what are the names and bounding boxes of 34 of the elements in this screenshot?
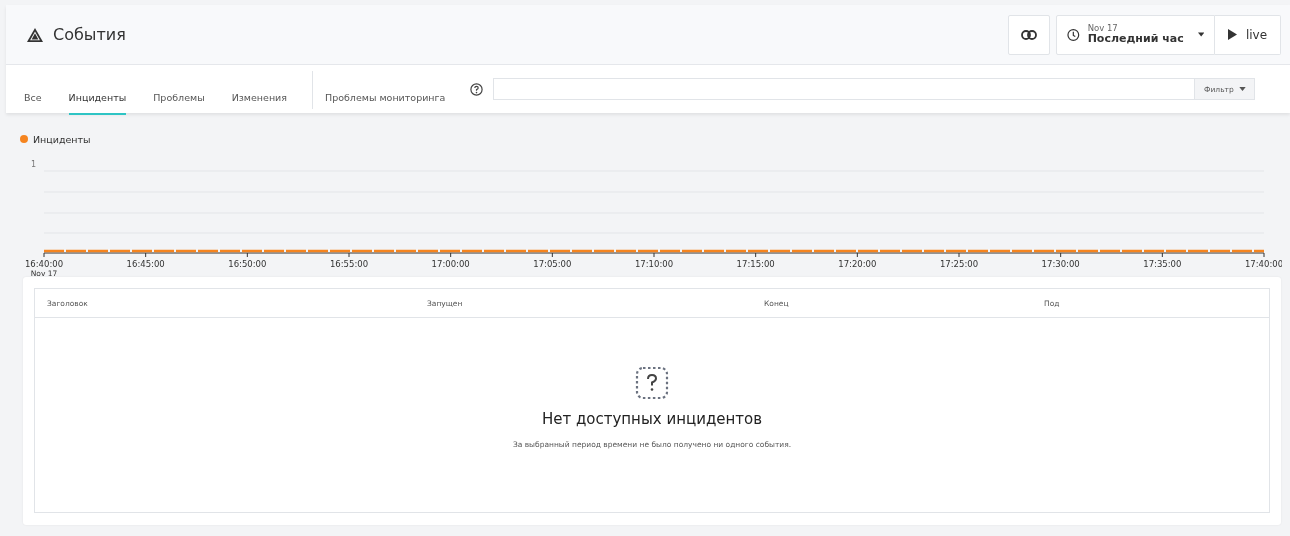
empty-title: Нет доступных инцидентов [541,410,763,428]
x-tick-label: 17:05:00 [533,259,572,269]
play-icon [1227,29,1237,40]
help-icon [470,83,484,96]
x-tick-label: 16:50:00 [228,259,267,269]
tab[interactable]: Проблемы [153,73,205,115]
x-tick-label: 17:00:00 [431,259,470,269]
link-button[interactable] [1008,14,1050,55]
link-icon [1021,29,1037,40]
tab[interactable]: Изменения [231,73,287,115]
x-tick-label: 17:20:00 [838,259,877,269]
x-tick-label: 17:40:00 [1244,259,1282,269]
y-scale-label: 1 [31,160,37,169]
caret-icon [1197,32,1204,37]
x-tick-label: 17:30:00 [1041,259,1080,269]
tab[interactable]: Инциденты [68,73,127,115]
question-icon [635,366,669,400]
search-field[interactable] [493,78,1196,100]
x-tick-label: 17:25:00 [939,259,979,269]
caret-icon [1238,87,1246,91]
warning-icon [26,26,44,43]
legend-label: Инциденты [33,133,91,145]
x-tick-label: 16:45:00 [126,259,165,269]
x-tick-label: 16:55:00 [329,259,369,269]
live-button[interactable]: live [1215,14,1281,55]
x-tick-label: 16:40:00 [24,259,64,269]
tab[interactable]: Все [24,73,42,115]
tab[interactable]: Проблемы мониторинга [325,73,446,115]
x-tick-label: 17:15:00 [736,259,775,269]
clock-icon [1067,26,1080,43]
x-tick-label: 17:35:00 [1143,259,1182,269]
page-title: События [53,25,126,44]
time-range-button[interactable]: Nov 17 Последний час [1056,14,1215,55]
x-tick-label: 17:10:00 [634,259,674,269]
